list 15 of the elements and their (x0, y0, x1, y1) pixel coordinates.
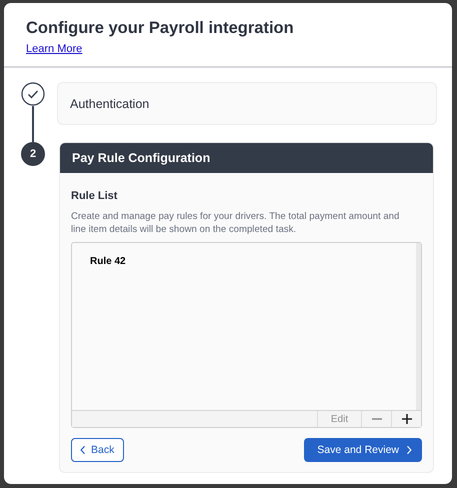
plus-icon (400, 413, 412, 425)
scrollbar[interactable] (416, 243, 421, 410)
modal-title: Configure your Payroll integration (26, 19, 294, 38)
step-number: 2 (21, 142, 45, 166)
step-card[interactable]: Authentication (57, 82, 437, 125)
chevron-left-icon (80, 445, 86, 455)
save-and-review-button[interactable]: Save and Review (304, 438, 422, 462)
learn-more-link[interactable]: Learn More (26, 43, 82, 55)
rule-item[interactable]: Rule 42 (90, 256, 398, 267)
chevron-right-icon (406, 445, 412, 455)
section-heading: Rule List (71, 190, 118, 202)
step-title: Authentication (70, 96, 150, 110)
section-description: Create and manage pay rules for your drivers. The total payment amount and line item details will be shown on the completed task. (71, 210, 400, 236)
back-button[interactable]: Back (71, 438, 124, 462)
step-title: Pay Rule Configuration (72, 151, 210, 165)
